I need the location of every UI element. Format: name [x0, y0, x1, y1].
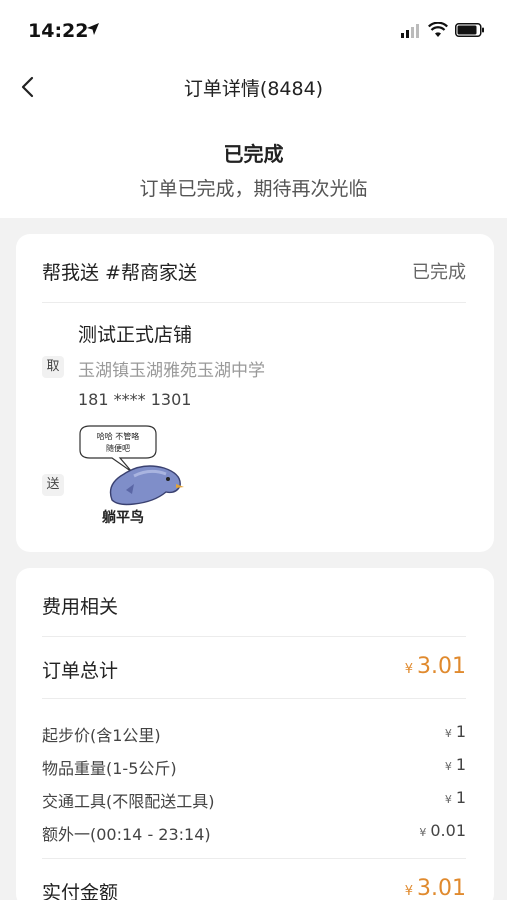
location-arrow-icon: [87, 23, 99, 35]
battery-icon: [455, 23, 484, 37]
deliver-tag: 送: [42, 474, 64, 496]
paid-amount-label: 实付金额: [42, 882, 119, 900]
currency-symbol: ¥: [404, 662, 414, 677]
shop-phone[interactable]: 181 **** 1301: [78, 390, 191, 409]
fee-item-amount: 1: [455, 788, 466, 807]
fee-item-label: 起步价(含1公里): [42, 726, 161, 745]
fee-item-amount: 1: [455, 755, 466, 774]
fee-item-label: 物品重量(1-5公斤): [42, 759, 177, 778]
divider: [42, 636, 466, 637]
page-title: 订单详情(8484): [183, 78, 324, 100]
paid-amount-value: ¥3.01: [405, 876, 466, 900]
shop-address: 玉湖镇玉湖雅苑玉湖中学: [78, 361, 265, 381]
currency-symbol: ¥: [444, 727, 452, 740]
status-bar: 14:22: [0, 0, 507, 60]
status-time: 14:22: [28, 20, 89, 42]
order-status-subtitle: 订单已完成，期待再次光临: [139, 178, 368, 200]
fee-section-title: 费用相关: [42, 596, 119, 618]
fee-item-label: 额外一(00:14 - 23:14): [42, 825, 211, 844]
sticker-caption: 躺平鸟: [102, 509, 144, 526]
order-status-title: 已完成: [223, 142, 284, 166]
fee-item-amount: 0.01: [430, 821, 466, 840]
fee-total-label: 订单总计: [42, 660, 119, 682]
nav-bar: 订单详情(8484): [0, 60, 507, 114]
fee-item-value: ¥1: [445, 722, 466, 741]
fee-total-amount: 3.01: [417, 654, 466, 679]
currency-symbol: ¥: [419, 826, 427, 839]
sticker-line1: 哈哈 不管咯: [97, 431, 140, 441]
order-state-badge: 已完成: [412, 262, 466, 283]
currency-symbol: ¥: [444, 793, 452, 806]
fee-card: 费用相关 订单总计 ¥3.01 起步价(含1公里) ¥1 物品重量(1-5公斤)…: [16, 568, 494, 900]
divider: [42, 698, 466, 699]
order-type: 帮我送 #帮商家送: [42, 262, 197, 284]
fee-item-value: ¥1: [445, 788, 466, 807]
wifi-icon: [428, 22, 448, 37]
fee-total-value: ¥3.01: [405, 654, 466, 679]
fee-item-amount: 1: [455, 722, 466, 741]
pickup-tag: 取: [42, 356, 64, 378]
currency-symbol: ¥: [404, 884, 414, 899]
cellular-signal-icon: [401, 24, 419, 38]
paid-amount: 3.01: [417, 876, 466, 900]
lying-flat-bird-sticker-image: 哈哈 不管咯 随便吧 躺平鸟: [79, 425, 184, 526]
divider: [42, 302, 466, 303]
shop-name: 测试正式店铺: [78, 324, 193, 346]
order-info-card: 帮我送 #帮商家送 已完成 取 测试正式店铺 玉湖镇玉湖雅苑玉湖中学 181 *…: [16, 234, 494, 552]
divider: [42, 858, 466, 859]
sticker-line2: 随便吧: [106, 443, 130, 453]
fee-item-value: ¥0.01: [419, 821, 466, 840]
fee-item-label: 交通工具(不限配送工具): [42, 792, 215, 811]
currency-symbol: ¥: [444, 760, 452, 773]
fee-item-value: ¥1: [445, 755, 466, 774]
order-status-header: 已完成 订单已完成，期待再次光临: [0, 114, 507, 218]
